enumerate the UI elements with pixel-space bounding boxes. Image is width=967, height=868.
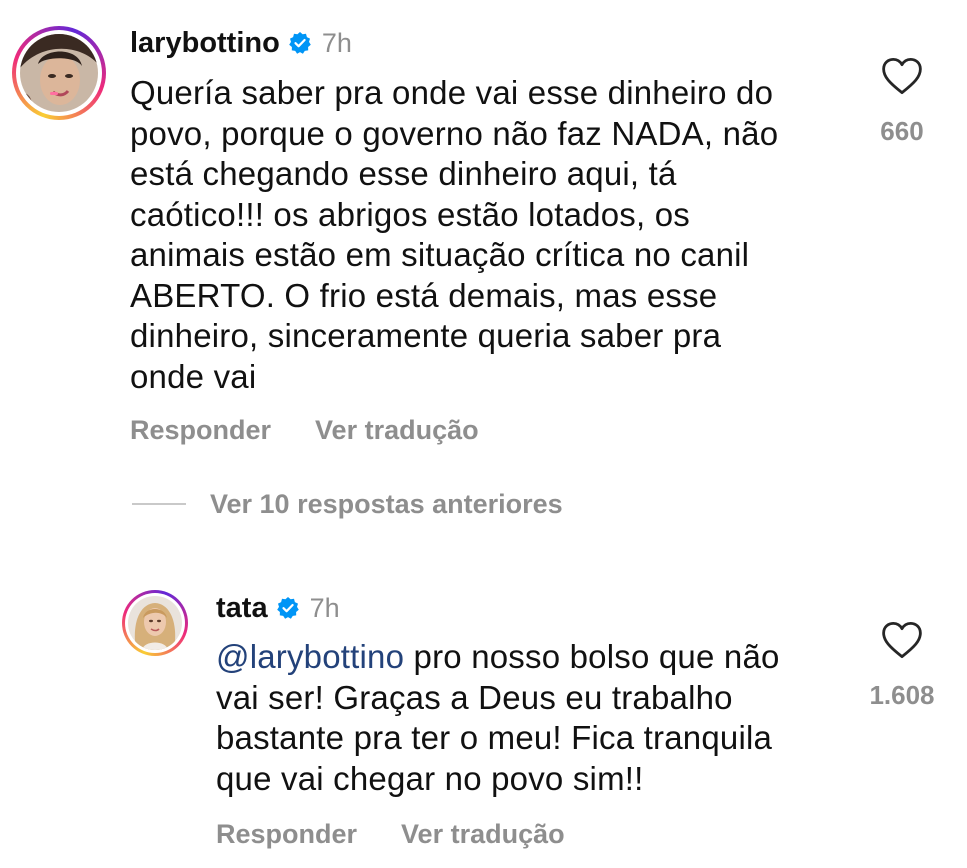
reply-button[interactable]: Responder [130,415,271,446]
comment-line: povo, porque o governo não faz NADA, não [130,114,779,152]
comment-line: @larybottino pro nosso bolso que não [216,637,836,678]
comment-line: que vai chegar no povo sim!! [216,759,644,797]
comment-line: está chegando esse dinheiro aqui, tá [130,155,677,192]
avatar-larybottino[interactable] [12,26,106,120]
avatar-tata[interactable] [122,590,188,656]
like-count: 660 [880,116,924,146]
comment-line: Quería saber pra onde vai esse dinheiro … [130,74,774,111]
verified-badge-icon [276,597,299,619]
timestamp: 7h [309,592,340,623]
like-count: 1.608 [869,680,935,710]
translate-button[interactable]: Ver tradução [401,819,565,850]
comment-line: bastante pra ter o meu! Fica tranquila [216,719,773,756]
like-control: 1.608 [860,620,944,711]
profile-photo-tata [128,596,182,650]
comment-text: Quería saber pra onde vai esse dinheiro … [130,73,830,397]
view-replies-label: Ver 10 respostas anteriores [210,488,563,519]
verified-badge-icon [289,32,311,54]
comment-header: larybottino 7h [130,24,352,62]
mention-link[interactable]: @larybottino [216,638,404,675]
comments-page: larybottino 7h Quería saber pra onde vai… [0,0,967,868]
heart-icon[interactable] [881,620,923,660]
username[interactable]: tata [216,592,268,625]
replies-divider [132,503,186,505]
translate-button[interactable]: Ver tradução [315,415,479,446]
view-previous-replies-button[interactable]: Ver 10 respostas anteriores [132,484,563,524]
comment-actions: Responder Ver tradução [216,814,565,854]
comment-line: onde vai [130,357,257,395]
comment-text: @larybottino pro nosso bolso que não vai… [216,637,836,799]
comment-line: ABERTO. O frio está demais, mas esse [130,276,718,314]
heart-icon[interactable] [881,56,923,96]
timestamp: 7h [321,27,352,58]
comment-line-text: pro nosso bolso que não [404,638,780,675]
profile-photo-larybottino [20,34,98,112]
comment-header: tata 7h [216,590,340,626]
comment-line: animais estão em situação crítica no can… [130,236,750,273]
reply-button[interactable]: Responder [216,819,357,850]
like-control: 660 [866,56,938,147]
comment-line: vai ser! Graças a Deus eu trabalho [216,678,733,716]
comment-line: dinheiro, sinceramente queria saber pra [130,317,722,354]
comment-actions: Responder Ver tradução [130,410,479,450]
comment-line: caótico!!! os abrigos estão lotados, os [130,195,690,233]
username[interactable]: larybottino [130,27,280,60]
